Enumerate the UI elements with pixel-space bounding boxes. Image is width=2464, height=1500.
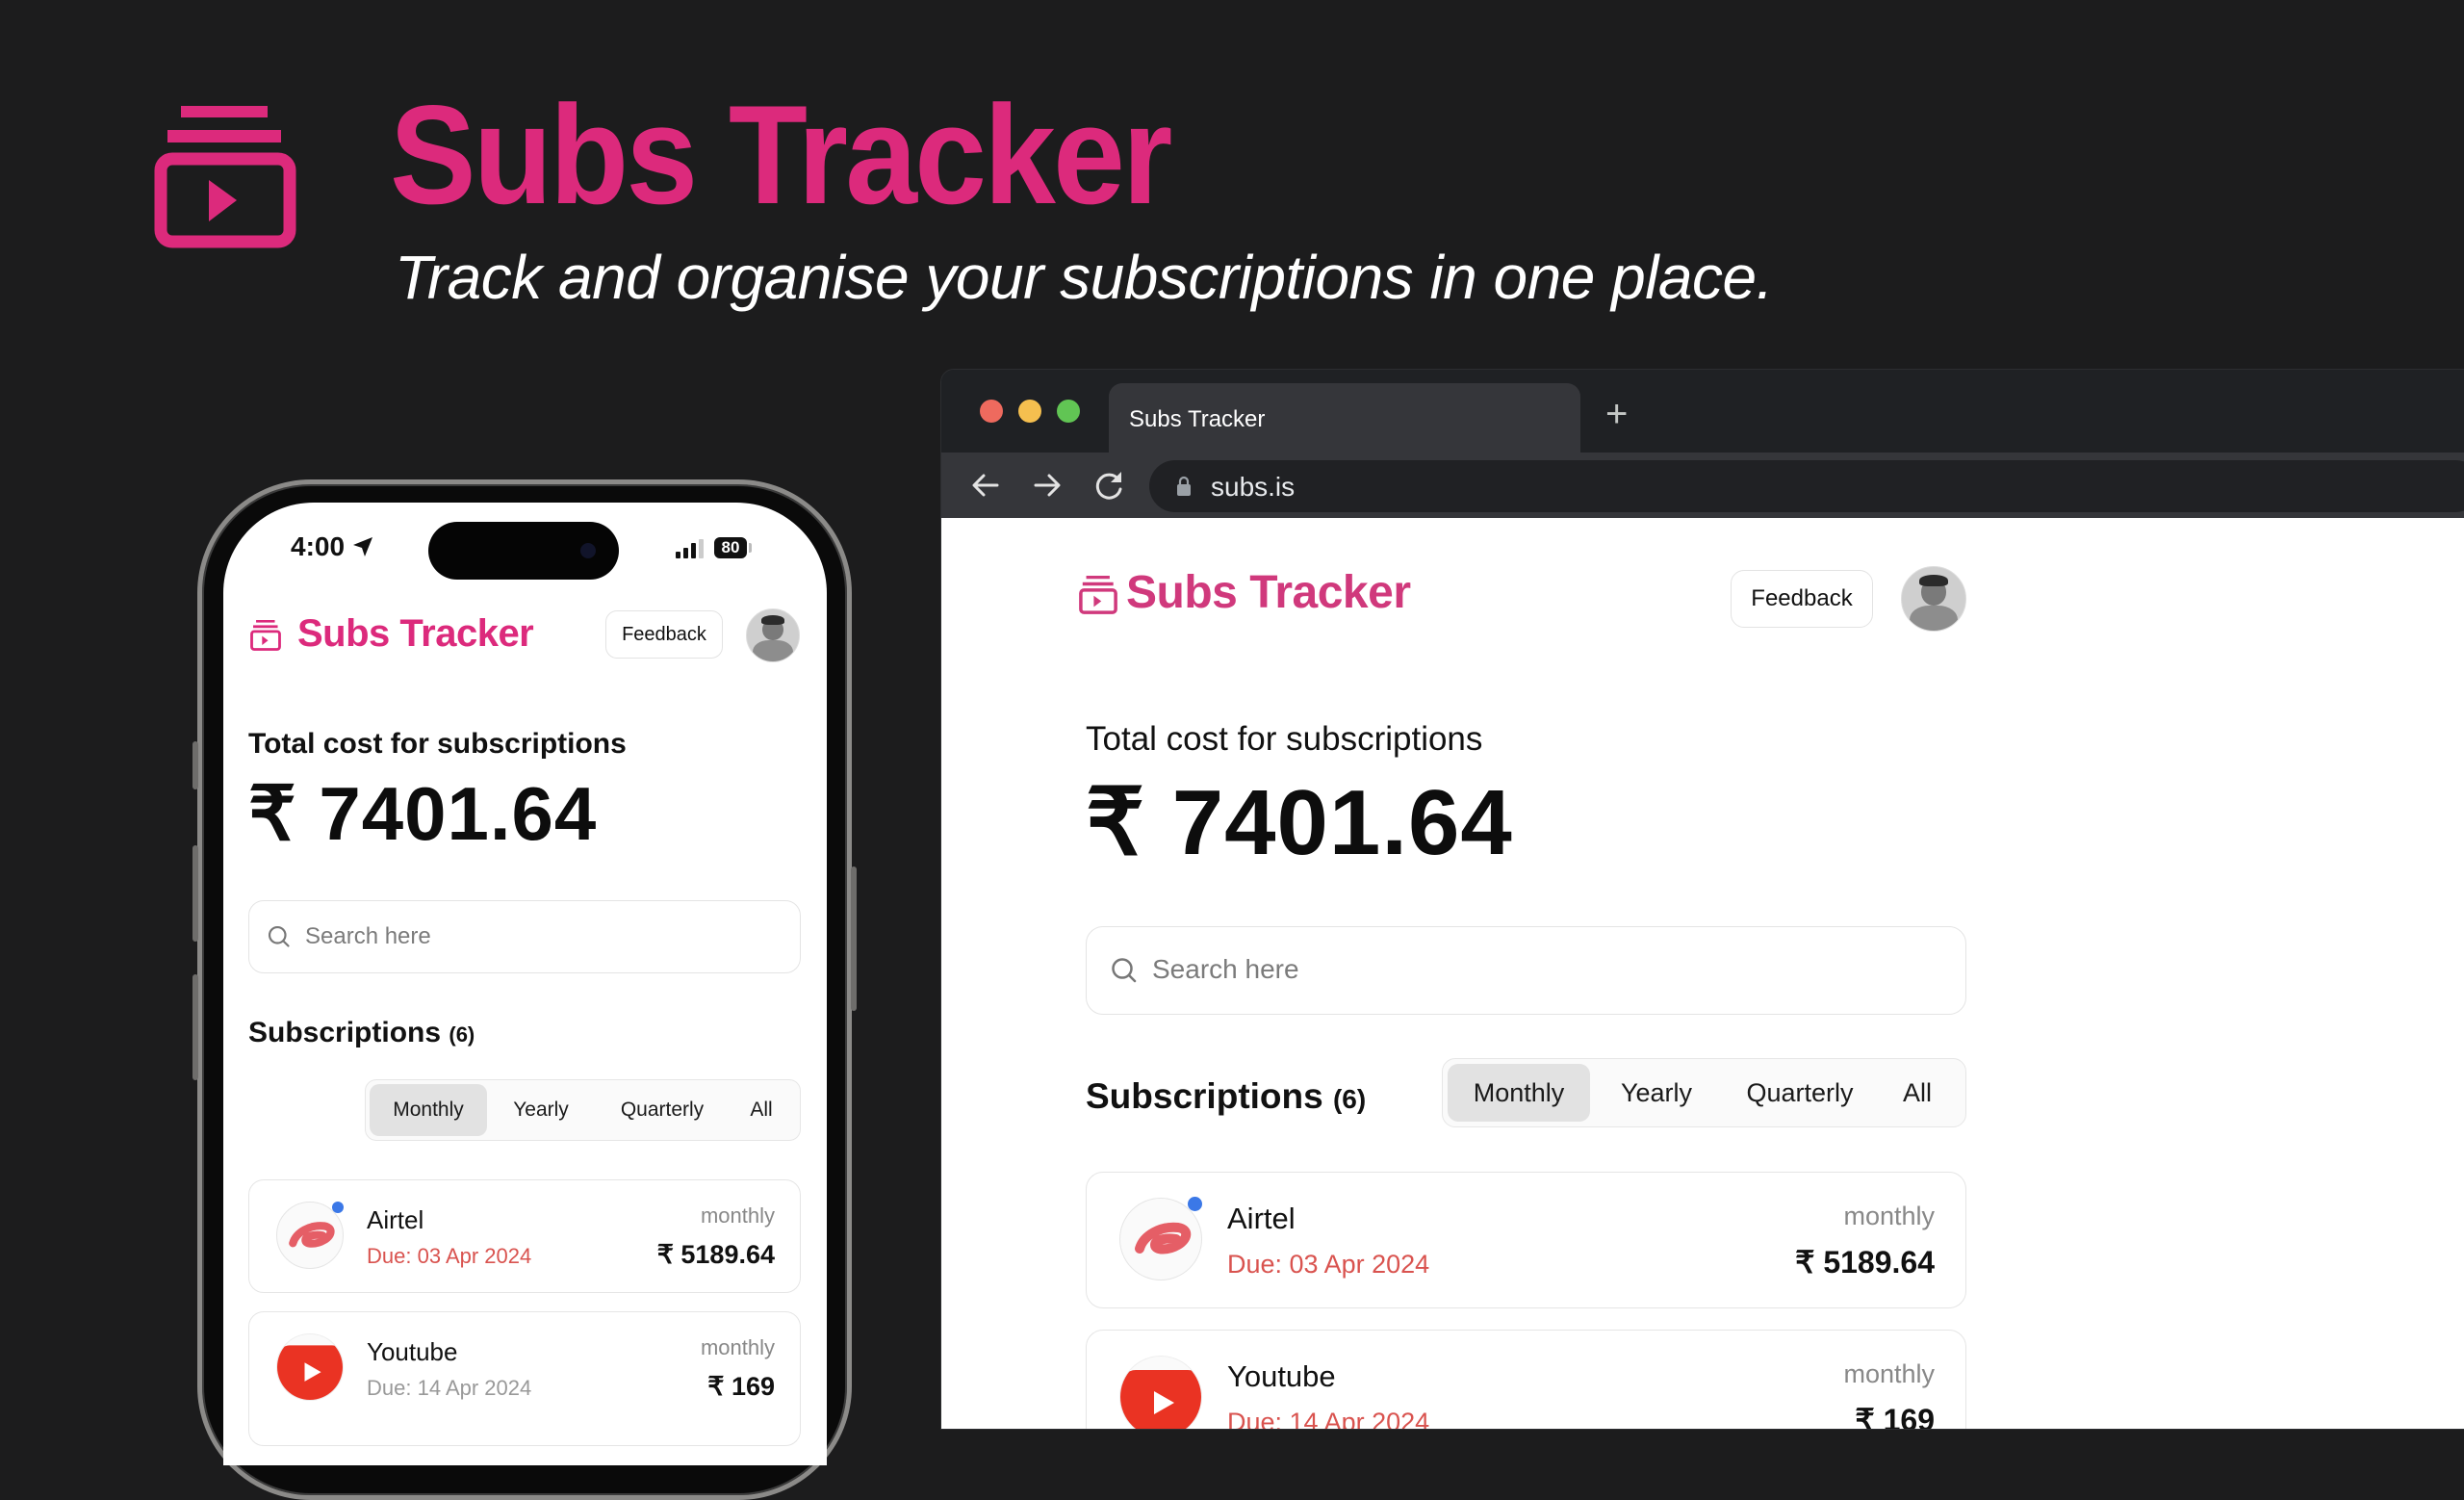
phone-screen: 4:00 80 Subs Tracker Feedback Total cost… — [223, 503, 827, 1465]
battery-indicator: 80 — [714, 537, 747, 558]
filter-tab-yearly[interactable]: Yearly — [1590, 1078, 1723, 1108]
search-input[interactable]: Search here — [1086, 926, 1966, 1015]
browser-window: Subs Tracker + subs.is Subs Tracker Feed… — [940, 369, 2464, 1430]
billing-filter-tabs: Monthly Yearly Quarterly All — [1442, 1058, 1966, 1127]
subscription-card-airtel[interactable]: Airtel Due: 03 Apr 2024 monthly ₹ 5189.6… — [1086, 1172, 1966, 1308]
forward-arrow-icon[interactable] — [1028, 466, 1066, 504]
app-logo-icon — [250, 620, 281, 651]
subscription-name: Airtel — [367, 1205, 424, 1234]
search-placeholder: Search here — [1152, 954, 1299, 984]
total-cost-label: Total cost for subscriptions — [248, 728, 627, 760]
subscription-price: ₹ 169 — [707, 1372, 775, 1401]
total-amount: ₹ 7401.64 — [248, 770, 597, 858]
total-cost-label: Total cost for subscriptions — [1086, 720, 1483, 758]
battery-tip-icon — [749, 543, 752, 553]
subscription-due-date: Due: 14 Apr 2024 — [367, 1376, 532, 1400]
subscription-price: ₹ 5189.64 — [1795, 1245, 1935, 1280]
filter-tab-quarterly[interactable]: Quarterly — [1723, 1078, 1877, 1108]
subscription-name: Youtube — [1227, 1359, 1336, 1393]
subscriptions-count: (6) — [1332, 1084, 1367, 1114]
filter-tab-monthly[interactable]: Monthly — [1448, 1064, 1590, 1122]
close-window-button[interactable] — [980, 400, 1003, 423]
app-logo-icon — [1079, 576, 1117, 614]
subscriptions-label: Subscriptions — [1086, 1076, 1323, 1116]
subscriptions-heading: Subscriptions (6) — [248, 1017, 475, 1049]
subscription-due-date: Due: 03 Apr 2024 — [1227, 1250, 1430, 1279]
subscription-price: ₹ 169 — [1855, 1403, 1935, 1430]
lock-icon — [1177, 476, 1191, 496]
youtube-logo — [276, 1333, 344, 1401]
total-amount-value: 7401.64 — [1171, 771, 1513, 874]
hero-title: Subs Tracker — [390, 76, 1172, 233]
browser-toolbar: subs.is — [941, 453, 2464, 518]
url-text: subs.is — [1211, 472, 1296, 502]
subscriptions-label: Subscriptions — [248, 1017, 442, 1048]
search-placeholder: Search here — [305, 923, 431, 949]
subscriptions-count: (6) — [449, 1022, 475, 1047]
subscription-due-date: Due: 14 Apr 2024 — [1227, 1408, 1430, 1430]
filter-tab-monthly[interactable]: Monthly — [370, 1084, 487, 1136]
dynamic-island — [428, 522, 619, 580]
status-time-text: 4:00 — [291, 531, 346, 561]
subscription-price: ₹ 5189.64 — [656, 1240, 775, 1269]
subscription-card-airtel[interactable]: Airtel Due: 03 Apr 2024 monthly ₹ 5189.6… — [248, 1179, 801, 1293]
airtel-logo — [1119, 1198, 1202, 1280]
address-bar[interactable]: subs.is — [1149, 460, 2464, 512]
total-amount-value: 7401.64 — [319, 771, 598, 856]
youtube-logo — [1119, 1356, 1202, 1429]
filter-tab-all[interactable]: All — [1877, 1078, 1958, 1108]
subscription-card-youtube[interactable]: Youtube Due: 14 Apr 2024 monthly ₹ 169 — [248, 1311, 801, 1446]
search-input[interactable]: Search here — [248, 900, 801, 973]
maximize-window-button[interactable] — [1057, 400, 1080, 423]
subscription-cycle: monthly — [700, 1203, 775, 1228]
total-amount: ₹ 7401.64 — [1086, 768, 1513, 876]
subscription-cycle: monthly — [1843, 1202, 1935, 1230]
app-title: Subs Tracker — [297, 612, 534, 655]
subscription-name: Youtube — [367, 1337, 458, 1366]
unread-indicator-dot — [332, 1202, 344, 1213]
subscription-due-date: Due: 03 Apr 2024 — [367, 1244, 532, 1268]
cellular-signal-icon — [676, 539, 704, 558]
subscription-cycle: monthly — [700, 1335, 775, 1359]
subs-tracker-logo-icon — [154, 106, 296, 248]
app-title: Subs Tracker — [1126, 567, 1411, 618]
currency-symbol: ₹ — [248, 771, 297, 856]
feedback-button[interactable]: Feedback — [605, 610, 723, 659]
filter-tab-yearly[interactable]: Yearly — [487, 1099, 595, 1122]
phone-action-button — [192, 741, 198, 789]
feedback-button[interactable]: Feedback — [1731, 570, 1873, 628]
billing-filter-tabs: Monthly Yearly Quarterly All — [365, 1079, 801, 1141]
filter-tab-quarterly[interactable]: Quarterly — [595, 1099, 730, 1122]
subscription-name: Airtel — [1227, 1202, 1296, 1235]
filter-tab-all[interactable]: All — [730, 1099, 793, 1122]
subscription-card-youtube[interactable]: Youtube Due: 14 Apr 2024 monthly ₹ 169 — [1086, 1330, 1966, 1430]
phone-volume-up-button — [192, 845, 198, 942]
phone-power-button — [851, 866, 857, 1011]
search-icon — [268, 925, 290, 947]
reload-icon[interactable] — [1090, 466, 1128, 504]
subscription-cycle: monthly — [1843, 1359, 1935, 1388]
location-arrow-icon — [352, 537, 372, 556]
user-avatar[interactable] — [746, 608, 800, 662]
new-tab-button[interactable]: + — [1605, 395, 1628, 433]
user-avatar[interactable] — [1901, 566, 1966, 632]
tab-bar: Subs Tracker + — [941, 370, 2464, 453]
unread-indicator-dot — [1188, 1197, 1202, 1211]
back-arrow-icon[interactable] — [966, 466, 1005, 504]
status-bar-time: 4:00 — [291, 531, 373, 562]
subscriptions-heading: Subscriptions (6) — [1086, 1076, 1366, 1117]
minimize-window-button[interactable] — [1018, 400, 1041, 423]
web-page: Subs Tracker Feedback Total cost for sub… — [941, 518, 2464, 1429]
tab-title: Subs Tracker — [1129, 406, 1266, 432]
phone-volume-down-button — [192, 974, 198, 1080]
hero-tagline: Track and organise your subscriptions in… — [395, 243, 1773, 312]
currency-symbol: ₹ — [1086, 771, 1146, 874]
search-icon — [1112, 958, 1137, 983]
